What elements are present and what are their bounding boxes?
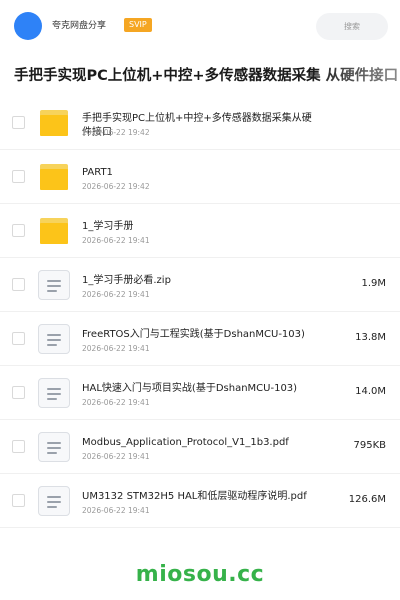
list-item[interactable]: 手把手实现PC上位机+中控+多传感器数据采集从硬件接口 2026-06-22 1… <box>0 96 400 150</box>
folder-icon <box>38 162 70 192</box>
item-name[interactable]: PART1 <box>82 166 318 180</box>
document-icon <box>38 486 70 516</box>
item-date: 2026-06-22 19:42 <box>82 128 150 137</box>
user-avatar[interactable] <box>14 12 42 40</box>
item-size: 1.9M <box>361 278 386 289</box>
item-checkbox[interactable] <box>12 494 25 507</box>
site-watermark: miosou.cc <box>135 562 265 587</box>
item-date: 2026-06-22 19:42 <box>82 182 150 191</box>
item-date: 2026-06-22 19:41 <box>82 398 150 407</box>
item-checkbox[interactable] <box>12 440 25 453</box>
share-owner-name: 夸克网盘分享 <box>52 21 107 31</box>
item-name[interactable]: UM3132 STM32H5 HAL和低层驱动程序说明.pdf <box>82 490 318 504</box>
list-item[interactable]: Modbus_Application_Protocol_V1_1b3.pdf 2… <box>0 420 400 474</box>
item-name[interactable]: HAL快速入门与项目实战(基于DshanMCU-103) <box>82 382 318 396</box>
file-list: 手把手实现PC上位机+中控+多传感器数据采集从硬件接口 2026-06-22 1… <box>0 96 400 528</box>
list-item[interactable]: 1_学习手册 2026-06-22 19:41 <box>0 204 400 258</box>
document-icon <box>38 270 70 300</box>
item-date: 2026-06-22 19:41 <box>82 344 150 353</box>
item-checkbox[interactable] <box>12 386 25 399</box>
item-checkbox[interactable] <box>12 116 25 129</box>
item-name[interactable]: FreeRTOS入门与工程实践(基于DshanMCU-103) <box>82 328 318 342</box>
item-date: 2026-06-22 19:41 <box>82 452 150 461</box>
share-header: 夸克网盘分享 SVIP <box>0 0 400 52</box>
item-date: 2026-06-22 19:41 <box>82 236 150 245</box>
item-checkbox[interactable] <box>12 170 25 183</box>
page-title: 手把手实现PC上位机+中控+多传感器数据采集 从硬件接口 <box>14 64 400 88</box>
svip-badge: SVIP <box>124 18 152 32</box>
search-input[interactable] <box>316 13 388 40</box>
item-checkbox[interactable] <box>12 332 25 345</box>
item-checkbox[interactable] <box>12 278 25 291</box>
item-size: 126.6M <box>348 494 386 505</box>
item-name[interactable]: Modbus_Application_Protocol_V1_1b3.pdf <box>82 436 318 450</box>
list-item[interactable]: PART1 2026-06-22 19:42 <box>0 150 400 204</box>
document-icon <box>38 378 70 408</box>
list-item[interactable]: UM3132 STM32H5 HAL和低层驱动程序说明.pdf 2026-06-… <box>0 474 400 528</box>
document-icon <box>38 432 70 462</box>
item-size: 14.0M <box>355 386 386 397</box>
folder-icon <box>38 216 70 246</box>
list-item[interactable]: FreeRTOS入门与工程实践(基于DshanMCU-103) 2026-06-… <box>0 312 400 366</box>
list-item[interactable]: 1_学习手册必看.zip 2026-06-22 19:41 1.9M <box>0 258 400 312</box>
item-checkbox[interactable] <box>12 224 25 237</box>
item-date: 2026-06-22 19:41 <box>82 506 150 515</box>
item-name[interactable]: 1_学习手册 <box>82 220 318 234</box>
item-size: 13.8M <box>355 332 386 343</box>
list-item[interactable]: HAL快速入门与项目实战(基于DshanMCU-103) 2026-06-22 … <box>0 366 400 420</box>
title-fade-overlay <box>310 64 400 88</box>
document-icon <box>38 324 70 354</box>
item-size: 795KB <box>353 440 386 451</box>
folder-icon <box>38 108 70 138</box>
item-date: 2026-06-22 19:41 <box>82 290 150 299</box>
item-name[interactable]: 1_学习手册必看.zip <box>82 274 318 288</box>
